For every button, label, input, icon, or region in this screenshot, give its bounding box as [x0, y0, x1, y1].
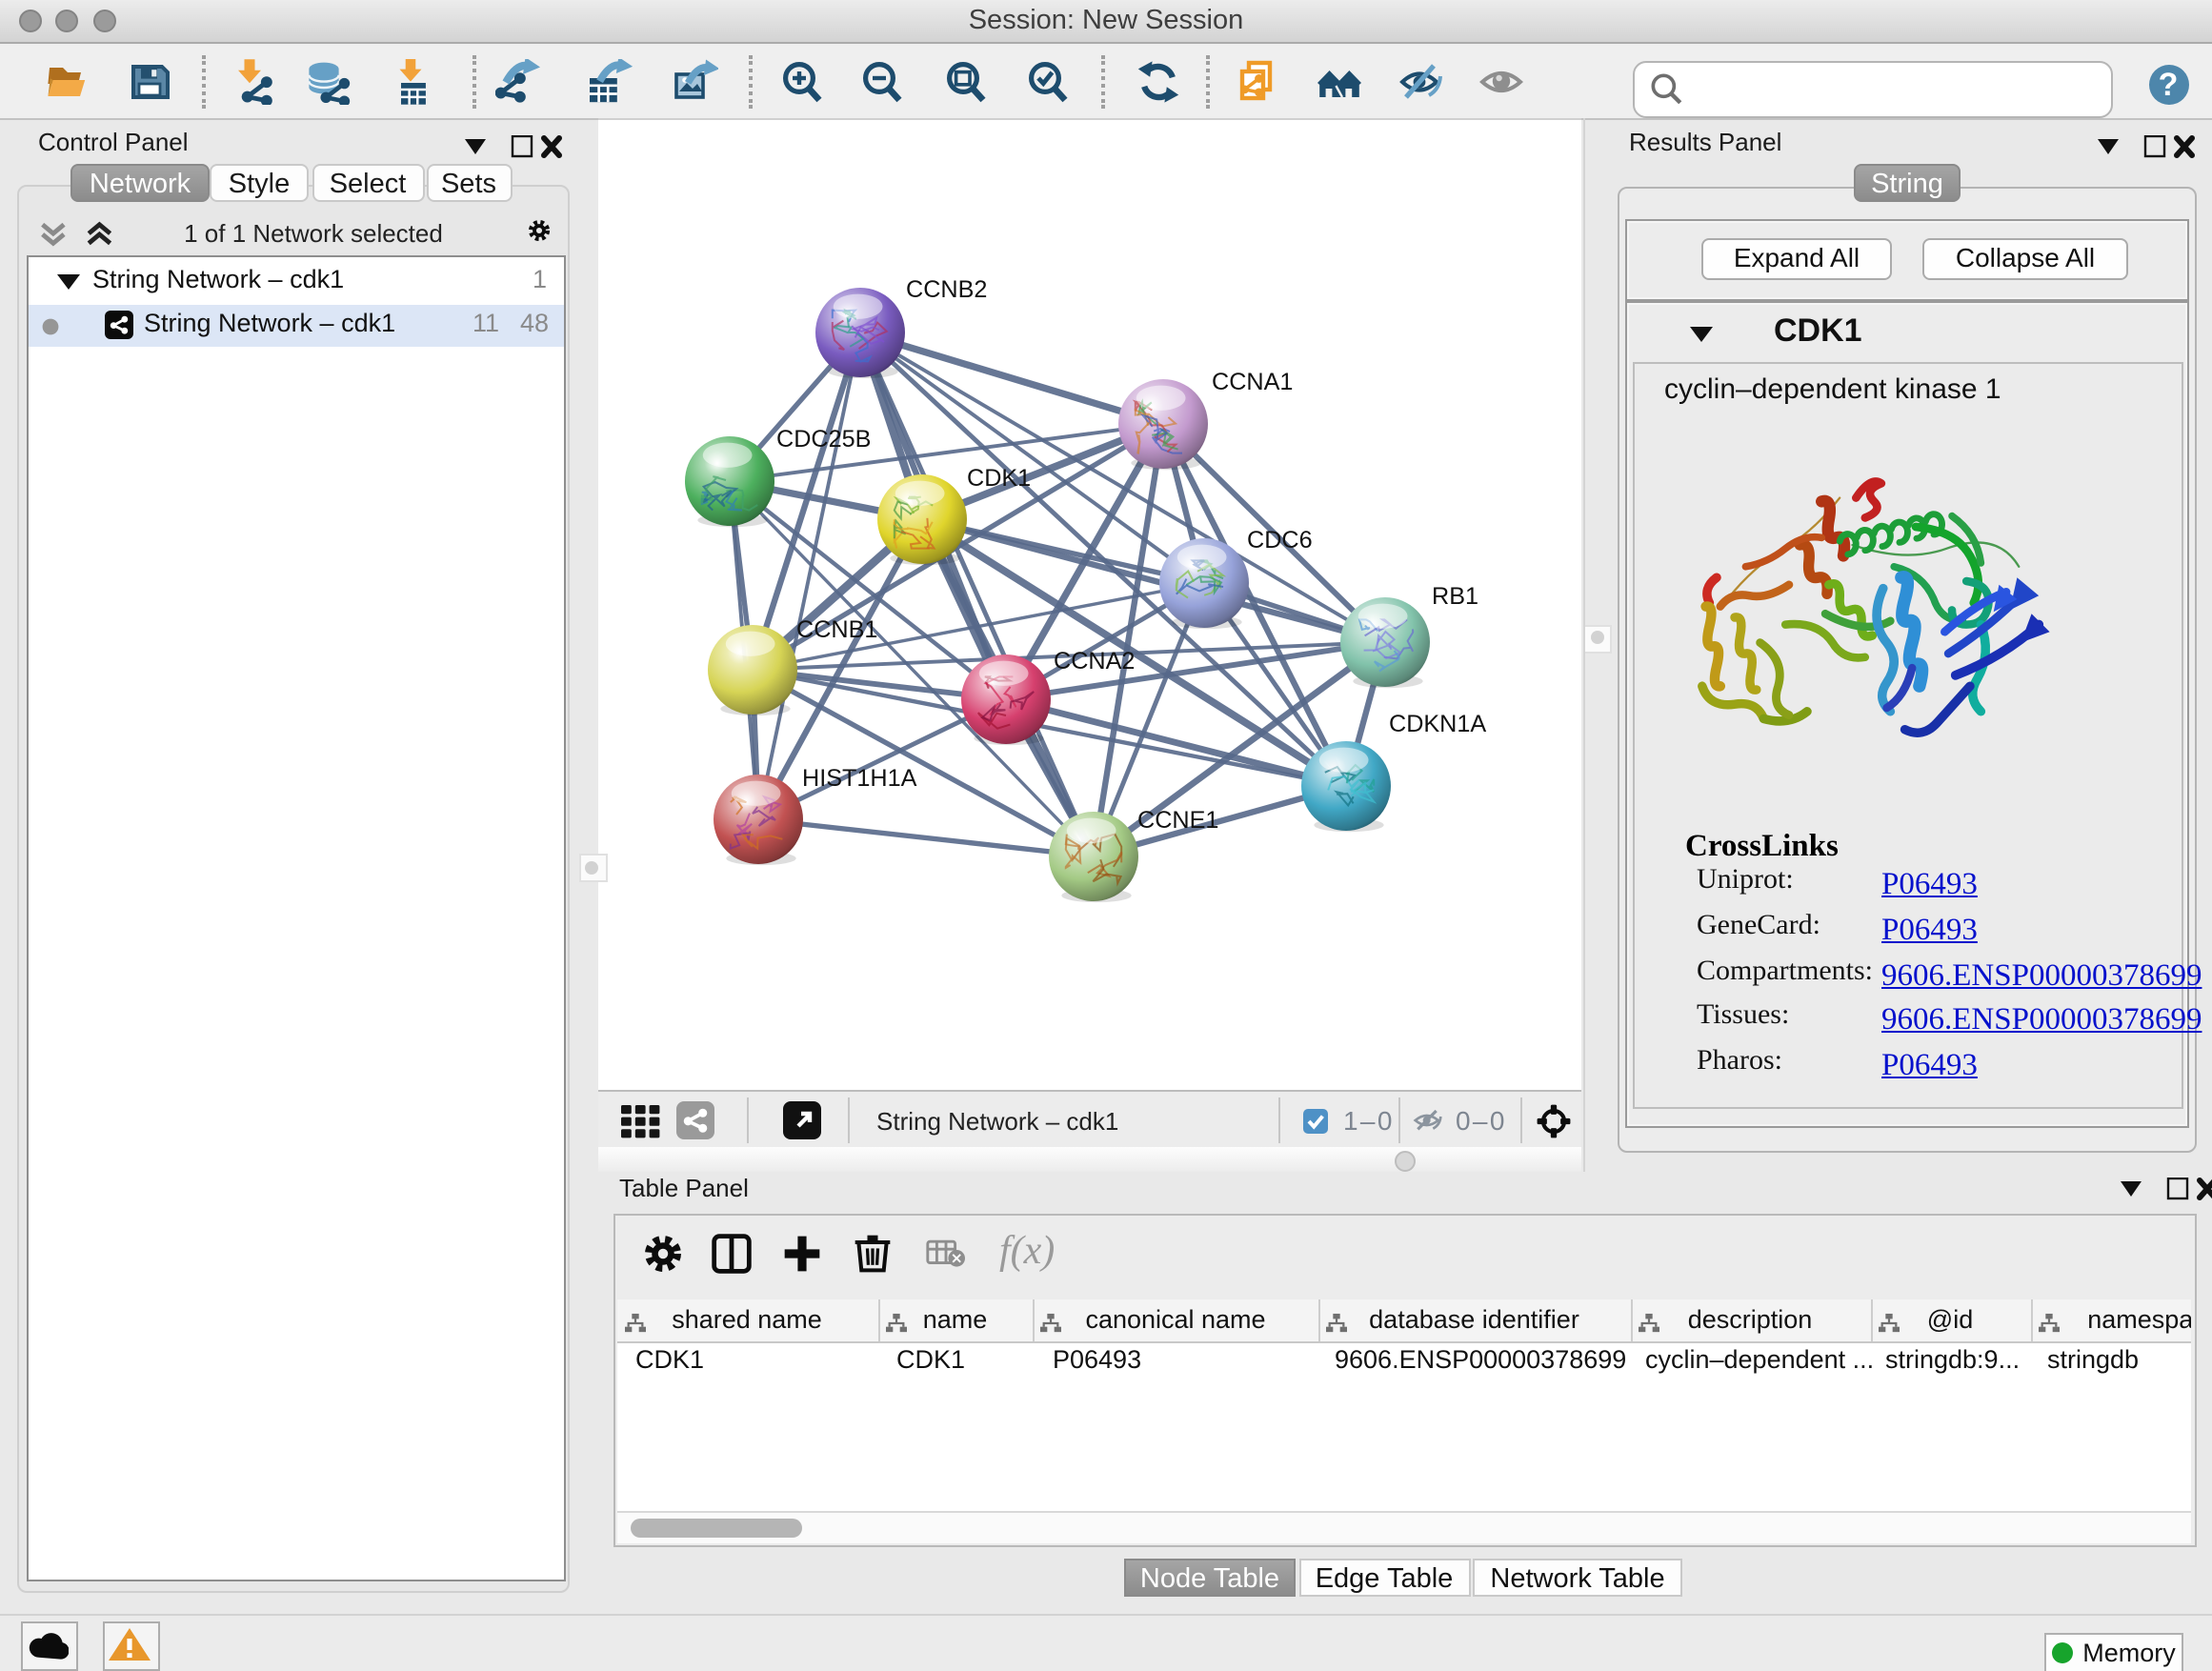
svg-text:CDC25B: CDC25B — [776, 426, 871, 453]
svg-text:CDKN1A: CDKN1A — [1389, 711, 1486, 737]
svg-text:CCNB1: CCNB1 — [796, 616, 877, 643]
svg-text:CDK1: CDK1 — [967, 465, 1031, 492]
svg-text:CCNE1: CCNE1 — [1137, 807, 1218, 834]
svg-text:CCNA2: CCNA2 — [1054, 648, 1135, 674]
svg-text:CCNA1: CCNA1 — [1212, 369, 1293, 395]
svg-text:HIST1H1A: HIST1H1A — [802, 765, 917, 792]
svg-text:CDC6: CDC6 — [1247, 527, 1313, 554]
svg-text:RB1: RB1 — [1432, 583, 1478, 610]
svg-text:CCNB2: CCNB2 — [906, 276, 987, 303]
